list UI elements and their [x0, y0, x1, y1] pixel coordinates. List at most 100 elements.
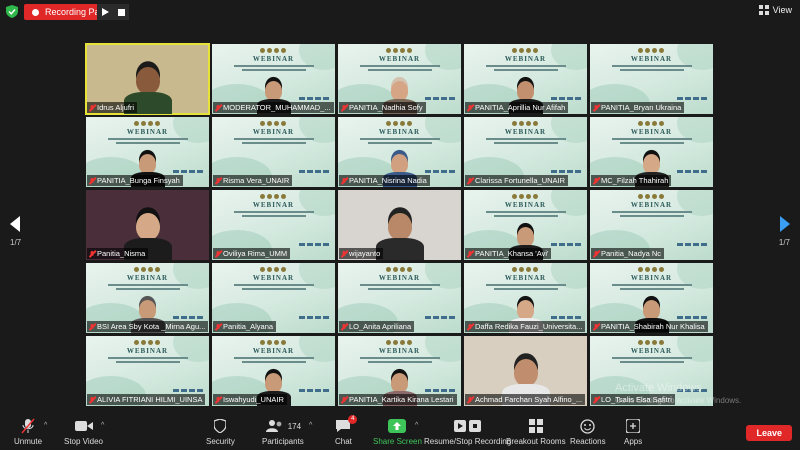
- slide-title: WEBINAR: [630, 274, 673, 282]
- participant-name: PANITIA_Nadhia Sofy: [349, 103, 423, 112]
- participants-button[interactable]: 174 Participants: [262, 418, 304, 446]
- resume-stop-recording-button[interactable]: Resume/Stop Recording: [424, 418, 511, 446]
- slide-title: WEBINAR: [630, 347, 673, 355]
- participant-tile[interactable]: Achmad Farchan Syah Alfino_...: [464, 336, 587, 406]
- encryption-shield-icon[interactable]: [6, 5, 18, 18]
- stop-recording-icon: [469, 420, 482, 432]
- slide-title: WEBINAR: [252, 347, 295, 355]
- participant-name-label: PANITIA_Khansa 'Avi': [465, 248, 552, 259]
- share-screen-label: Share Screen: [373, 437, 422, 446]
- breakout-rooms-button[interactable]: Breakout Rooms: [506, 418, 566, 446]
- muted-mic-icon: [466, 104, 475, 112]
- next-page-arrow-icon[interactable]: [780, 216, 790, 232]
- participant-tile[interactable]: WEBINAR Clarissa Fortunella_UNAIR: [464, 117, 587, 187]
- participant-tile[interactable]: WEBINAR PANITIA_Khansa 'Avi': [464, 190, 587, 260]
- chat-button[interactable]: 4 Chat: [335, 415, 358, 446]
- stop-video-button[interactable]: Stop Video: [64, 418, 103, 446]
- muted-mic-icon: [466, 323, 475, 331]
- participant-tile[interactable]: WEBINAR Panitia_Nadya Nc: [590, 190, 713, 260]
- previous-page-arrow-icon[interactable]: [10, 216, 20, 232]
- sponsor-logos: [260, 267, 286, 272]
- security-button[interactable]: Security: [206, 418, 235, 446]
- participant-name: MODERATOR_MUHAMMAD_...: [223, 103, 331, 112]
- participant-tile[interactable]: WEBINAR Oviliya Rima_UMM: [212, 190, 335, 260]
- page-indicator-right: 1/7: [778, 238, 790, 247]
- unmute-button[interactable]: Unmute: [14, 418, 42, 446]
- video-camera-icon: [74, 421, 93, 431]
- participant-tile[interactable]: WEBINAR LO_Anita Apriliana: [338, 263, 461, 333]
- participant-tile[interactable]: WEBINAR PANITIA_Bunga Finsyah: [86, 117, 209, 187]
- participant-name-label: PANITIA_Bunga Finsyah: [87, 175, 183, 186]
- muted-mic-icon: [88, 104, 97, 112]
- participant-name-label: BSI Area Sby Kota _Mirna Agu...: [87, 321, 209, 332]
- stop-recording-button[interactable]: [113, 4, 129, 20]
- participant-name-label: PANITIA_Aprillia Nur Afifah: [465, 102, 569, 113]
- participant-tile[interactable]: WEBINAR BSI Area Sby Kota _Mirna Agu...: [86, 263, 209, 333]
- video-options-caret-icon[interactable]: ^: [101, 422, 104, 429]
- page-indicator-left: 1/7: [10, 238, 22, 247]
- sponsor-logos: [134, 121, 160, 126]
- resume-recording-button[interactable]: [97, 4, 113, 20]
- participant-tile[interactable]: WEBINAR PANITIA_Kartika Kirana Lestari: [338, 336, 461, 406]
- participant-tile[interactable]: wijayanto: [338, 190, 461, 260]
- grid-view-icon: [758, 5, 769, 15]
- participant-tile[interactable]: WEBINAR PANITIA_Bryan Ukraina: [590, 44, 713, 114]
- smiley-face-icon: [580, 418, 595, 434]
- sponsor-logos: [386, 267, 412, 272]
- participant-tile[interactable]: WEBINAR PANITIA_Shabirah Nur Khalisa: [590, 263, 713, 333]
- reactions-button[interactable]: Reactions: [570, 418, 606, 446]
- view-label: View: [772, 5, 792, 15]
- audio-options-caret-icon[interactable]: ^: [44, 422, 47, 429]
- muted-mic-icon: [340, 104, 349, 112]
- participant-name: Iswahyudi_UNAIR: [223, 395, 284, 404]
- sponsor-logos: [386, 340, 412, 345]
- apps-button[interactable]: Apps: [624, 418, 642, 446]
- participants-options-caret-icon[interactable]: ^: [309, 422, 312, 429]
- participant-name: Panitia_Nisma: [97, 249, 146, 258]
- muted-mic-icon: [592, 250, 601, 258]
- participant-tile[interactable]: Panitia_Nisma: [86, 190, 209, 260]
- leave-button[interactable]: Leave: [746, 425, 792, 441]
- participant-name-label: PANITIA_Nisrina Nadia: [339, 175, 430, 186]
- participant-name-label: LO_Anita Apriliana: [339, 321, 415, 332]
- participant-name: PANITIA_Bryan Ukraina: [601, 103, 682, 112]
- participant-name: BSI Area Sby Kota _Mirna Agu...: [97, 322, 206, 331]
- participant-tile[interactable]: WEBINAR PANITIA_Nadhia Sofy: [338, 44, 461, 114]
- stop-video-label: Stop Video: [64, 437, 103, 446]
- recording-dot-icon: [32, 8, 39, 16]
- participant-name: PANITIA_Khansa 'Avi': [475, 249, 549, 258]
- share-options-caret-icon[interactable]: ^: [415, 422, 418, 429]
- slide-title: WEBINAR: [504, 55, 547, 63]
- participant-tile[interactable]: WEBINAR MC_Filzah Thahirah: [590, 117, 713, 187]
- participant-tile[interactable]: WEBINAR Daffa Redika Fauzi_Universita...: [464, 263, 587, 333]
- participant-tile[interactable]: WEBINAR MODERATOR_MUHAMMAD_...: [212, 44, 335, 114]
- apps-label: Apps: [624, 437, 643, 446]
- slide-title: WEBINAR: [378, 55, 421, 63]
- share-screen-arrow-icon: [388, 419, 407, 433]
- participant-tile[interactable]: WEBINAR Risma Vera_UNAIR: [212, 117, 335, 187]
- sponsor-logos: [260, 194, 286, 199]
- slide-title: WEBINAR: [630, 201, 673, 209]
- participant-tile[interactable]: WEBINAR Iswahyudi_UNAIR: [212, 336, 335, 406]
- slide-title: WEBINAR: [378, 274, 421, 282]
- slide-title: WEBINAR: [378, 347, 421, 355]
- sponsor-logos: [134, 340, 160, 345]
- participant-tile[interactable]: WEBINAR PANITIA_Aprillia Nur Afifah: [464, 44, 587, 114]
- sponsor-logos: [638, 48, 664, 53]
- participant-tile[interactable]: WEBINAR PANITIA_Nisrina Nadia: [338, 117, 461, 187]
- sponsor-logos: [512, 121, 538, 126]
- sponsor-logos: [638, 121, 664, 126]
- resume-recording-icon: [454, 420, 467, 432]
- participant-name-label: PANITIA_Bryan Ukraina: [591, 102, 685, 113]
- participant-name-label: MC_Filzah Thahirah: [591, 175, 672, 186]
- muted-mic-icon: [340, 396, 349, 404]
- participant-tile[interactable]: Idrus Aljufri: [85, 43, 210, 115]
- participant-tile[interactable]: WEBINAR Panitia_Alyana: [212, 263, 335, 333]
- sponsor-logos: [638, 340, 664, 345]
- participant-tile[interactable]: WEBINAR ALIVIA FITRIANI HILMI_UINSA: [86, 336, 209, 406]
- chat-label: Chat: [335, 437, 352, 446]
- chat-unread-badge: 4: [348, 415, 358, 424]
- muted-mic-icon: [340, 177, 349, 185]
- muted-mic-icon: [340, 250, 349, 258]
- view-button[interactable]: View: [758, 5, 792, 15]
